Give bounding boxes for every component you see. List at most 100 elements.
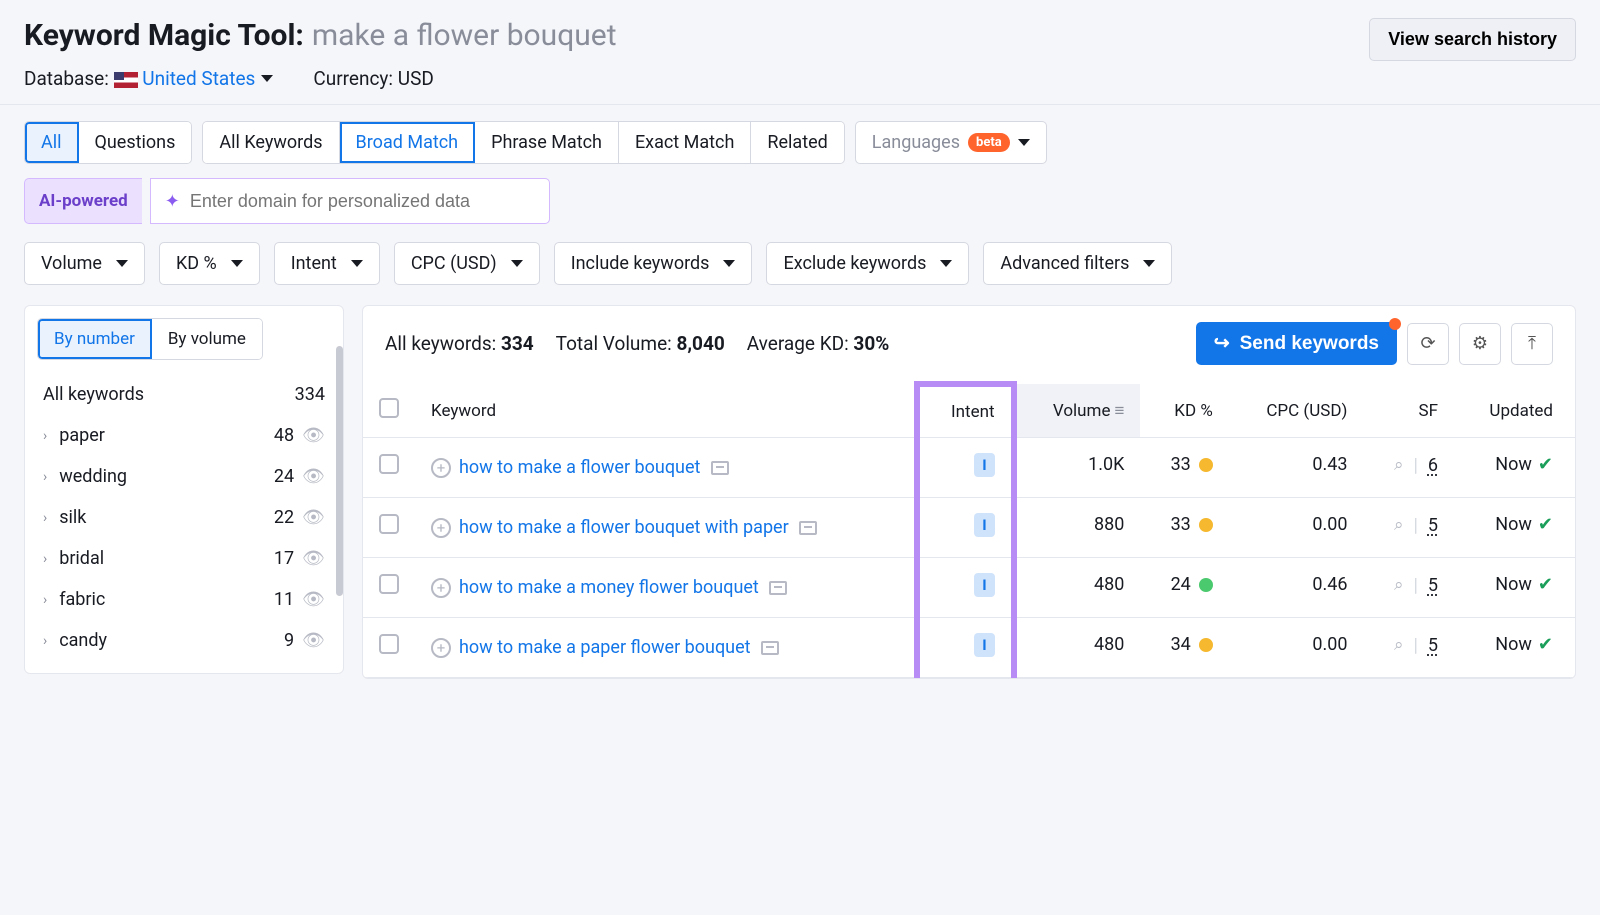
- cell-sf[interactable]: 5: [1428, 575, 1438, 596]
- eye-icon[interactable]: 👁: [302, 630, 325, 651]
- ai-domain-input[interactable]: [190, 191, 535, 212]
- col-keyword[interactable]: Keyword: [415, 384, 917, 438]
- add-keyword-icon[interactable]: +: [431, 638, 451, 658]
- filter-exclude-keywords[interactable]: Exclude keywords: [766, 242, 969, 285]
- languages-label: Languages: [872, 132, 960, 153]
- cell-kd: 34: [1171, 634, 1191, 655]
- filter-advanced[interactable]: Advanced filters: [983, 242, 1172, 285]
- check-icon: ✔: [1538, 574, 1553, 595]
- col-kd[interactable]: KD %: [1140, 384, 1228, 438]
- sidebar-group-silk[interactable]: ›silk22👁: [25, 497, 343, 538]
- serp-snapshot-icon[interactable]: [761, 641, 779, 655]
- page-title-prefix: Keyword Magic Tool:: [24, 18, 304, 53]
- sidebar-group-paper[interactable]: ›paper48👁: [25, 415, 343, 456]
- eye-icon[interactable]: 👁: [302, 507, 325, 528]
- row-checkbox[interactable]: [379, 634, 399, 654]
- add-keyword-icon[interactable]: +: [431, 458, 451, 478]
- add-keyword-icon[interactable]: +: [431, 518, 451, 538]
- row-checkbox[interactable]: [379, 514, 399, 534]
- refresh-button[interactable]: ⟳: [1407, 323, 1449, 365]
- sidebar-all-keywords[interactable]: All keywords 334: [25, 374, 343, 415]
- sidebar-group-candy[interactable]: ›candy9👁: [25, 620, 343, 661]
- keyword-link[interactable]: how to make a money flower bouquet: [459, 577, 759, 598]
- cell-sf[interactable]: 6: [1428, 455, 1438, 476]
- tab-related[interactable]: Related: [751, 122, 843, 163]
- sidebar-group-count: 17: [274, 548, 294, 569]
- col-volume-label: Volume: [1053, 401, 1111, 421]
- sidebar-group-bridal[interactable]: ›bridal17👁: [25, 538, 343, 579]
- tab-broad-match[interactable]: Broad Match: [340, 122, 476, 163]
- chevron-down-icon: [723, 260, 735, 267]
- table-row: + how to make a flower bouquet with paper…: [363, 498, 1575, 558]
- tab-questions[interactable]: Questions: [79, 122, 192, 163]
- tab-exact-match[interactable]: Exact Match: [619, 122, 751, 163]
- col-updated[interactable]: Updated: [1454, 384, 1575, 438]
- tab-all[interactable]: All: [25, 122, 79, 163]
- col-cpc[interactable]: CPC (USD): [1229, 384, 1364, 438]
- col-volume[interactable]: Volume≡: [1014, 384, 1141, 438]
- cell-sf[interactable]: 5: [1428, 635, 1438, 656]
- keyword-link[interactable]: how to make a paper flower bouquet: [459, 637, 751, 658]
- col-sf[interactable]: SF: [1363, 384, 1454, 438]
- send-keywords-label: Send keywords: [1240, 333, 1379, 355]
- serp-features-icon[interactable]: ⌕: [1394, 635, 1404, 655]
- tab-phrase-match[interactable]: Phrase Match: [475, 122, 619, 163]
- serp-features-icon[interactable]: ⌕: [1394, 575, 1404, 595]
- stat-avg-kd-label: Average KD:: [747, 332, 849, 355]
- chevron-right-icon: ›: [43, 428, 47, 444]
- cell-kd: 33: [1171, 514, 1191, 535]
- sidebar-scrollbar[interactable]: [336, 346, 343, 596]
- sidebar-group-fabric[interactable]: ›fabric11👁: [25, 579, 343, 620]
- sidebar-tab-by-volume[interactable]: By volume: [152, 319, 262, 359]
- database-country-selector[interactable]: United States: [142, 67, 273, 90]
- table-row: +how to make a paper flower bouquet I480…: [363, 618, 1575, 678]
- ai-powered-label: AI-powered: [24, 178, 142, 224]
- languages-selector[interactable]: Languages beta: [855, 121, 1047, 164]
- sf-divider: |: [1413, 575, 1417, 596]
- filter-cpc[interactable]: CPC (USD): [394, 242, 540, 285]
- cell-volume: 480: [1014, 558, 1141, 618]
- sidebar-group-name: candy: [59, 630, 107, 651]
- add-keyword-icon[interactable]: +: [431, 578, 451, 598]
- sidebar-all-keywords-label: All keywords: [43, 384, 144, 405]
- send-keywords-button[interactable]: ↪ Send keywords: [1196, 322, 1397, 365]
- filter-intent[interactable]: Intent: [274, 242, 380, 285]
- sidebar-tab-by-number[interactable]: By number: [38, 319, 152, 359]
- question-filter-group: All Questions: [24, 121, 192, 164]
- cell-sf[interactable]: 5: [1428, 515, 1438, 536]
- eye-icon[interactable]: 👁: [302, 425, 325, 446]
- stat-total-volume-label: Total Volume:: [556, 332, 672, 355]
- keyword-groups-sidebar: By number By volume All keywords 334 ›pa…: [24, 305, 344, 674]
- intent-badge: I: [974, 453, 994, 477]
- serp-features-icon[interactable]: ⌕: [1394, 455, 1404, 475]
- col-intent[interactable]: Intent: [917, 384, 1014, 438]
- sidebar-group-count: 48: [274, 425, 294, 446]
- chevron-right-icon: ›: [43, 633, 47, 649]
- filter-volume[interactable]: Volume: [24, 242, 145, 285]
- eye-icon[interactable]: 👁: [302, 466, 325, 487]
- serp-snapshot-icon[interactable]: [711, 461, 729, 475]
- row-checkbox[interactable]: [379, 454, 399, 474]
- serp-snapshot-icon[interactable]: [769, 581, 787, 595]
- chevron-right-icon: ›: [43, 592, 47, 608]
- chevron-down-icon: [261, 75, 273, 82]
- export-button[interactable]: ⤒: [1511, 323, 1553, 365]
- ai-domain-input-wrapper[interactable]: ✦: [150, 178, 550, 224]
- select-all-checkbox[interactable]: [379, 398, 399, 418]
- eye-icon[interactable]: 👁: [302, 589, 325, 610]
- settings-button[interactable]: ⚙: [1459, 323, 1501, 365]
- keyword-link[interactable]: how to make a flower bouquet with paper: [459, 517, 789, 538]
- keyword-link[interactable]: how to make a flower bouquet: [459, 457, 700, 478]
- serp-features-icon[interactable]: ⌕: [1394, 515, 1404, 535]
- filter-kd[interactable]: KD %: [159, 242, 260, 285]
- eye-icon[interactable]: 👁: [302, 548, 325, 569]
- cell-cpc: 0.43: [1229, 438, 1364, 498]
- view-search-history-button[interactable]: View search history: [1369, 18, 1576, 61]
- tab-all-keywords[interactable]: All Keywords: [203, 122, 339, 163]
- serp-snapshot-icon[interactable]: [799, 521, 817, 535]
- row-checkbox[interactable]: [379, 574, 399, 594]
- filter-include-keywords[interactable]: Include keywords: [554, 242, 753, 285]
- sparkle-icon: ✦: [165, 191, 180, 212]
- intent-badge: I: [974, 573, 994, 597]
- sidebar-group-wedding[interactable]: ›wedding24👁: [25, 456, 343, 497]
